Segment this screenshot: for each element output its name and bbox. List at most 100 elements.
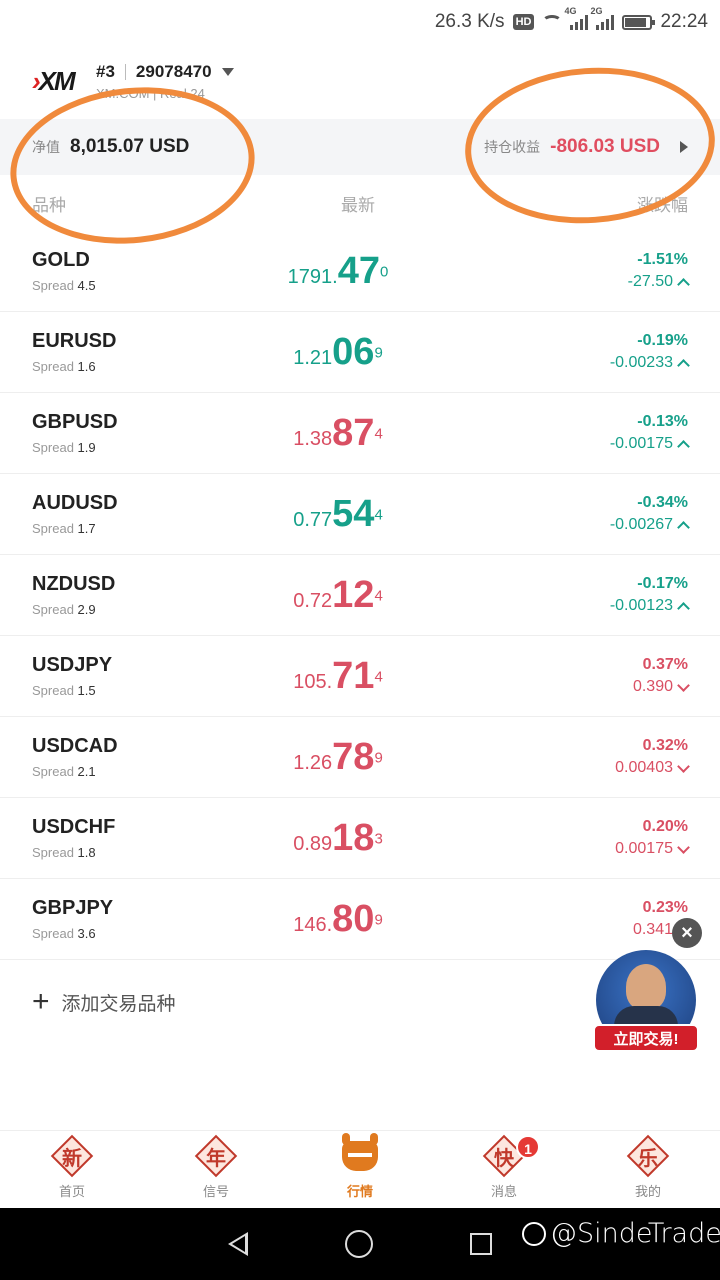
- change-cell: -1.51% -27.50: [518, 251, 690, 291]
- price-cell: 0.72124: [218, 574, 458, 617]
- tab-1[interactable]: 年信号: [144, 1131, 288, 1208]
- col-latest: 最新: [341, 195, 375, 215]
- account-server: XM.COM | Real 24: [96, 86, 205, 101]
- col-symbol: 品种: [32, 195, 66, 215]
- price-fraction: 9: [374, 749, 383, 767]
- spread-value: 2.9: [77, 602, 96, 617]
- quote-row-usdjpy[interactable]: USDJPY Spread 1.5 105.714 0.37% 0.390: [0, 636, 720, 717]
- spread-value: 1.6: [77, 359, 96, 374]
- price-fraction: 4: [374, 587, 383, 605]
- price-pips: 18: [332, 816, 375, 859]
- spread-label: Spread: [32, 764, 74, 779]
- back-icon[interactable]: [228, 1232, 249, 1256]
- clock: 22:24: [660, 11, 708, 32]
- symbol-name: USDCHF: [32, 816, 116, 838]
- change-cell: -0.34% -0.00267: [518, 494, 690, 534]
- tab-label: 信号: [202, 1184, 229, 1199]
- price-prefix: 1.38: [293, 427, 333, 450]
- account-id: 29078470: [135, 62, 212, 81]
- spread: Spread 3.6: [32, 926, 218, 941]
- change-percent: -1.51%: [637, 251, 688, 268]
- quote-row-gbpusd[interactable]: GBPUSD Spread 1.9 1.38874 -0.13% -0.0017…: [0, 393, 720, 474]
- arrow-right-icon[interactable]: [680, 141, 688, 153]
- watermark-logo-icon: [522, 1221, 546, 1246]
- tab-char: 新: [62, 1147, 82, 1170]
- price-pips: 87: [332, 411, 375, 454]
- price-prefix: 146.: [293, 913, 333, 936]
- price-fraction: 4: [374, 668, 383, 686]
- price-cell: 1.26789: [218, 736, 458, 779]
- chevron-up-icon: [677, 602, 690, 615]
- home-icon[interactable]: [344, 1230, 373, 1258]
- symbol-name: USDCAD: [32, 735, 118, 757]
- chevron-down-icon: [677, 840, 690, 854]
- account-selector[interactable]: #3 29078470 XM.COM | Real 24: [96, 62, 234, 101]
- close-icon[interactable]: ×: [672, 918, 702, 948]
- quote-row-nzdusd[interactable]: NZDUSD Spread 2.9 0.72124 -0.17% -0.0012…: [0, 555, 720, 636]
- ox-icon: [341, 1133, 379, 1175]
- price-cell: 1.38874: [218, 412, 458, 455]
- quote-row-audusd[interactable]: AUDUSD Spread 1.7 0.77544 -0.34% -0.0026…: [0, 474, 720, 555]
- price-prefix: 0.89: [293, 832, 333, 855]
- quote-list: GOLD Spread 4.5 1791.470 -1.51% -27.50 E…: [0, 231, 720, 960]
- quote-row-usdcad[interactable]: USDCAD Spread 2.1 1.26789 0.32% 0.00403: [0, 717, 720, 798]
- price-fraction: 9: [374, 911, 383, 929]
- symbol-cell: USDCAD Spread 2.1: [32, 735, 218, 779]
- chevron-down-icon: [677, 678, 690, 692]
- change-cell: -0.13% -0.00175: [518, 413, 690, 453]
- price-pips: 78: [332, 735, 375, 778]
- watermark: @SindeTrade: [522, 1218, 720, 1249]
- tab-4[interactable]: 乐我的: [576, 1131, 720, 1208]
- quote-row-eurusd[interactable]: EURUSD Spread 1.6 1.21069 -0.19% -0.0023…: [0, 312, 720, 393]
- quote-row-gold[interactable]: GOLD Spread 4.5 1791.470 -1.51% -27.50: [0, 231, 720, 312]
- symbol-name: AUDUSD: [32, 492, 118, 514]
- change-absolute: -27.50: [627, 273, 673, 290]
- price-fraction: 9: [374, 344, 383, 362]
- change-cell: 0.20% 0.00175: [518, 818, 690, 858]
- quote-row-usdchf[interactable]: USDCHF Spread 1.8 0.89183 0.20% 0.00175: [0, 798, 720, 879]
- spread-label: Spread: [32, 602, 74, 617]
- spread-value: 4.5: [77, 278, 96, 293]
- price-pips: 54: [332, 492, 375, 535]
- col-change[interactable]: 涨跌幅: [538, 191, 688, 216]
- spread: Spread 1.9: [32, 440, 218, 455]
- change-absolute: -0.00123: [609, 597, 673, 614]
- spread: Spread 1.6: [32, 359, 218, 374]
- symbol-name: GOLD: [32, 249, 90, 271]
- price-prefix: 0.72: [293, 589, 333, 612]
- change-percent: 0.20%: [642, 818, 688, 835]
- tab-3[interactable]: 快消息 1: [432, 1131, 576, 1208]
- price-fraction: 4: [374, 425, 383, 443]
- price-cell: 0.77544: [218, 493, 458, 536]
- dropdown-caret-icon[interactable]: [221, 68, 234, 76]
- trade-now-promo[interactable]: 立即交易!: [593, 948, 699, 1062]
- symbol-cell: GBPJPY Spread 3.6: [32, 897, 218, 941]
- spread-value: 1.8: [77, 845, 96, 860]
- price-prefix: 105.: [293, 670, 333, 693]
- tab-2[interactable]: 行情: [288, 1131, 432, 1208]
- spread: Spread 2.9: [32, 602, 218, 617]
- price-cell: 105.714: [218, 655, 458, 698]
- change-absolute: -0.00233: [609, 354, 673, 371]
- tab-char: 乐: [638, 1147, 658, 1170]
- price-prefix: 1791.: [287, 265, 338, 288]
- tab-0[interactable]: 新首页: [0, 1131, 144, 1208]
- price-fraction: 4: [374, 506, 383, 524]
- price-pips: 47: [337, 249, 380, 292]
- chevron-up-icon: [677, 359, 690, 372]
- price-cell: 1.21069: [218, 331, 458, 374]
- trade-now-button[interactable]: 立即交易!: [593, 1024, 699, 1052]
- position-pnl[interactable]: 持仓收益 -806.03 USD: [484, 136, 688, 158]
- bottom-tab-bar: 新首页年信号 行情快消息 1 乐我的: [0, 1130, 720, 1208]
- tab-label: 我的: [634, 1184, 661, 1199]
- spread: Spread 1.8: [32, 845, 218, 860]
- signal-icon-2: 2G: [590, 6, 615, 30]
- price-prefix: 1.21: [293, 346, 333, 369]
- recents-icon[interactable]: [469, 1233, 492, 1255]
- symbol-cell: NZDUSD Spread 2.9: [32, 573, 218, 617]
- price-pips: 06: [332, 330, 375, 373]
- change-cell: 0.32% 0.00403: [518, 737, 690, 777]
- chevron-down-icon: [677, 759, 690, 773]
- price-pips: 71: [332, 654, 375, 697]
- change-percent: -0.17%: [637, 575, 688, 592]
